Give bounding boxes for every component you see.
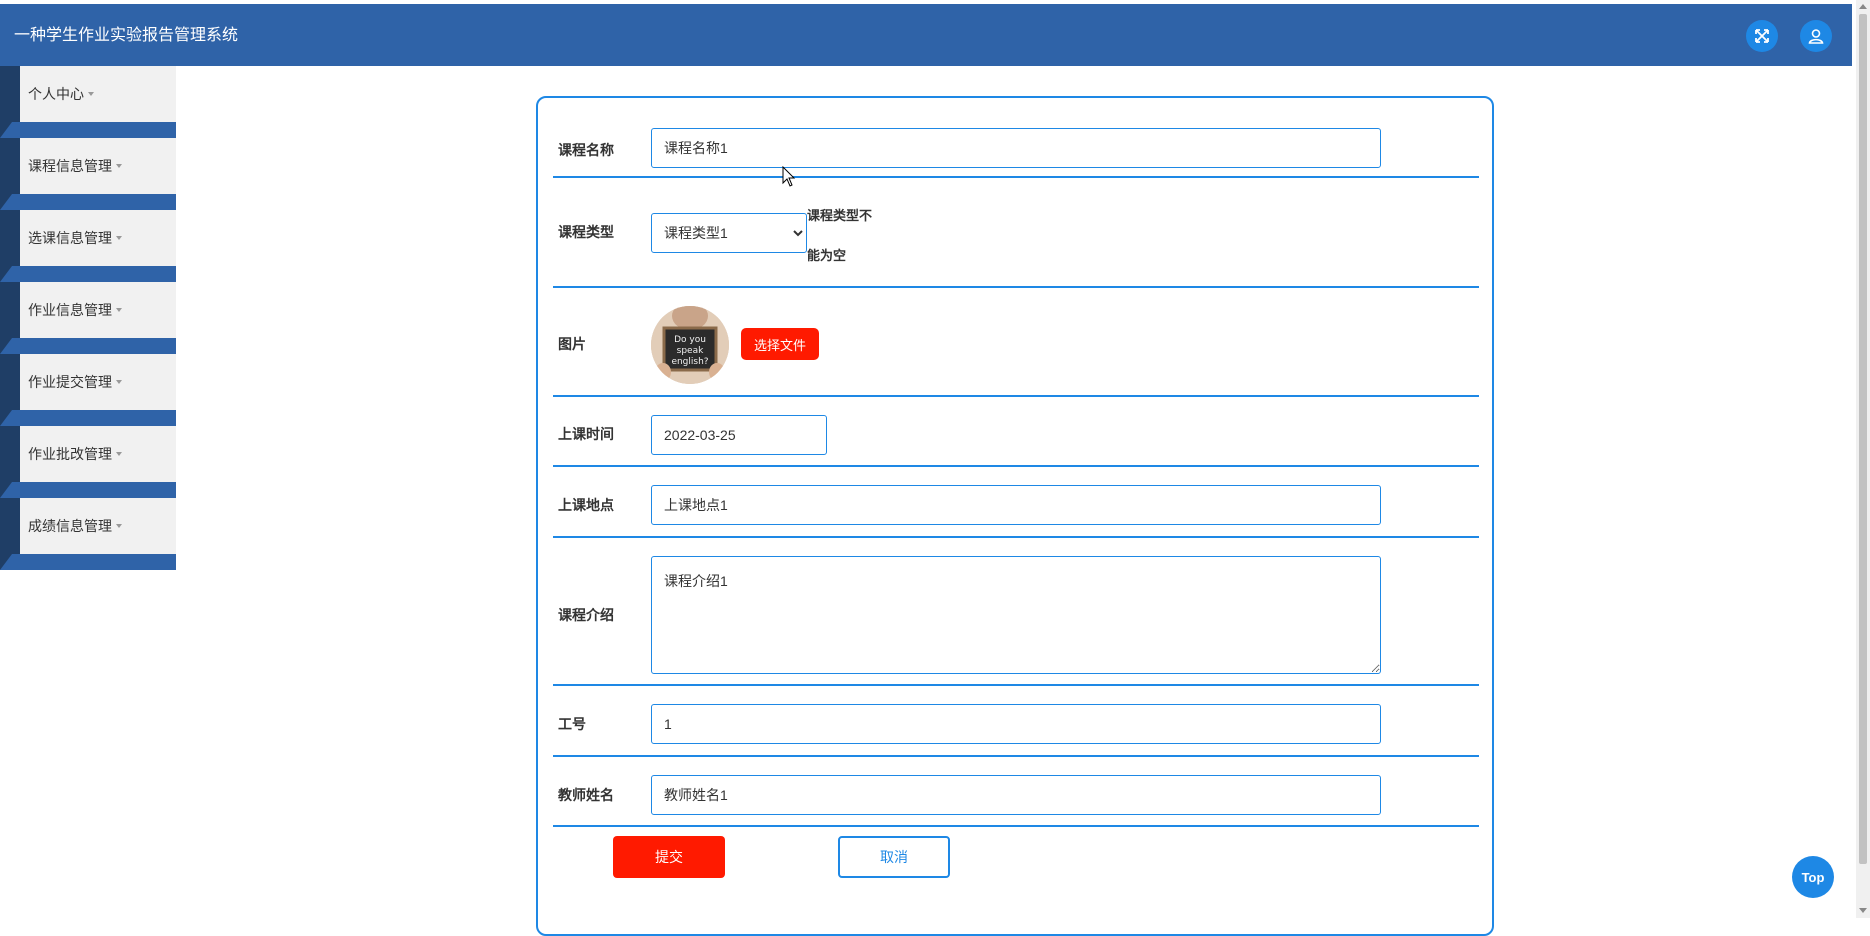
course-form: 课程名称 课程类型 课程类型1 课程类型不能为空 图片 Do you speak… [536,96,1494,936]
caret-down-icon [116,308,122,312]
course-name-row: 课程名称 [553,98,1479,178]
course-type-select[interactable]: 课程类型1 [651,213,807,253]
sidebar-item-label: 课程信息管理 [28,158,122,174]
job-no-label: 工号 [558,716,586,732]
back-to-top-button[interactable]: Top [1792,856,1834,898]
caret-down-icon [116,164,122,168]
course-name-input[interactable] [651,128,1381,168]
caret-down-icon [116,236,122,240]
fullscreen-button[interactable] [1746,20,1778,52]
menu-item-strip [0,338,176,354]
sidebar-item-label: 作业提交管理 [28,374,122,390]
user-button[interactable] [1800,20,1832,52]
svg-text:english?: english? [671,357,708,367]
sidebar-item-label: 作业信息管理 [28,302,122,318]
course-type-error: 课程类型不能为空 [807,208,873,263]
menu-item-strip [0,266,176,282]
class-time-row: 上课时间 [553,397,1479,467]
submit-button[interactable]: 提交 [613,836,725,878]
sidebar-item-label: 成绩信息管理 [28,518,122,534]
location-input[interactable] [651,485,1381,525]
caret-down-icon [116,380,122,384]
mouse-cursor-icon [782,166,796,187]
intro-row: 课程介绍 课程介绍1 [553,538,1479,686]
svg-text:speak: speak [677,346,704,356]
caret-down-icon [116,524,122,528]
sidebar-item-label: 个人中心 [28,86,94,102]
scrollbar[interactable] [1856,0,1870,918]
scroll-down-icon[interactable] [1859,908,1867,913]
menu-item-strip [0,410,176,426]
sidebar-item-homework-info[interactable]: 作业信息管理 [0,282,176,354]
menu-item-strip [0,194,176,210]
class-time-label: 上课时间 [558,426,614,442]
caret-down-icon [116,452,122,456]
menu-item-strip [0,122,176,138]
course-name-label: 课程名称 [558,142,614,158]
caret-down-icon [88,92,94,96]
scroll-up-icon[interactable] [1859,4,1867,9]
sidebar: 个人中心 课程信息管理 选课信息管理 作业信息管理 作业提交管理 作业批改管理 … [0,66,176,572]
intro-textarea[interactable]: 课程介绍1 [651,556,1381,674]
menu-item-strip [0,482,176,498]
location-label: 上课地点 [558,497,614,513]
teacher-input[interactable] [651,775,1381,815]
teacher-label: 教师姓名 [558,787,614,803]
app-title: 一种学生作业实验报告管理系统 [14,27,239,44]
course-type-row: 课程类型 课程类型1 课程类型不能为空 [553,178,1479,288]
svg-text:Do you: Do you [674,335,706,345]
menu-item-strip [0,554,176,570]
fullscreen-icon [1755,29,1769,43]
scrollbar-thumb[interactable] [1859,14,1867,864]
sidebar-item-course-info[interactable]: 课程信息管理 [0,138,176,210]
sidebar-item-course-selection[interactable]: 选课信息管理 [0,210,176,282]
job-no-row: 工号 [553,686,1479,757]
image-row: 图片 Do you speak english? 选择文件 [553,288,1479,397]
job-no-input[interactable] [651,704,1381,744]
user-icon [1808,29,1824,44]
top-bar: 一种学生作业实验报告管理系统 [0,4,1852,66]
sidebar-item-label: 作业批改管理 [28,446,122,462]
class-time-input[interactable] [651,415,827,455]
location-row: 上课地点 [553,467,1479,538]
course-image: Do you speak english? [651,306,729,384]
sidebar-item-label: 选课信息管理 [28,230,122,246]
sidebar-item-homework-submit[interactable]: 作业提交管理 [0,354,176,426]
choose-file-button[interactable]: 选择文件 [741,328,819,360]
sidebar-item-grades[interactable]: 成绩信息管理 [0,498,176,570]
intro-label: 课程介绍 [558,607,614,623]
teacher-row: 教师姓名 [553,757,1479,827]
course-type-label: 课程类型 [558,224,614,240]
cancel-button[interactable]: 取消 [838,836,950,878]
image-label: 图片 [558,336,586,352]
sidebar-item-personal-center[interactable]: 个人中心 [0,66,176,138]
sidebar-item-homework-grading[interactable]: 作业批改管理 [0,426,176,498]
